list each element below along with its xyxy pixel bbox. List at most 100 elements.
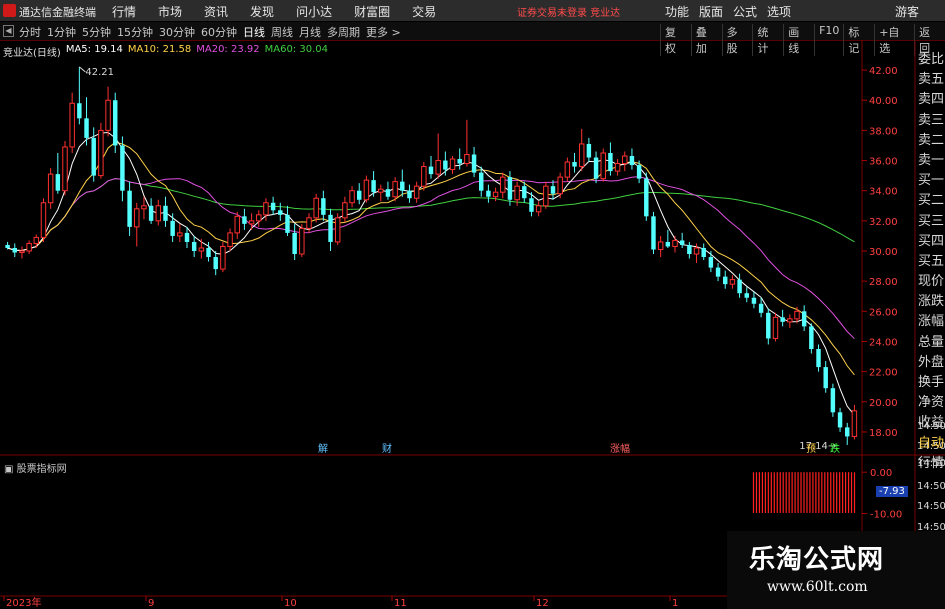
right-tab[interactable]: 换手 bbox=[916, 371, 945, 391]
right-tab[interactable]: 总量 bbox=[916, 331, 945, 351]
right-tab[interactable]: 现价 bbox=[916, 270, 945, 290]
candle bbox=[141, 196, 147, 220]
menu-quotes[interactable]: 行情 bbox=[112, 3, 136, 20]
period-tab-daily[interactable]: 日线 bbox=[240, 24, 268, 40]
menu-news[interactable]: 资讯 bbox=[204, 3, 228, 20]
candle bbox=[679, 232, 685, 248]
candle bbox=[363, 175, 370, 203]
candle-body bbox=[321, 198, 326, 215]
candle-body bbox=[40, 202, 47, 238]
candle-body bbox=[26, 242, 32, 252]
menu-ask[interactable]: 问小达 bbox=[296, 3, 332, 20]
right-tab[interactable]: 买二 bbox=[916, 189, 945, 209]
kline-chart[interactable]: 42.00 40.00 38.00 36.00 34.00 32.00 30.00 28.00… bbox=[0, 41, 945, 609]
candle bbox=[220, 241, 226, 273]
candle bbox=[723, 270, 728, 289]
candle-body bbox=[62, 146, 68, 192]
candle bbox=[385, 181, 391, 200]
candle bbox=[148, 198, 154, 224]
candle bbox=[407, 184, 412, 203]
right-tab[interactable]: 行情 bbox=[916, 452, 945, 472]
candle-body bbox=[47, 173, 54, 204]
candle-body bbox=[823, 367, 828, 389]
right-tab[interactable]: 收益 bbox=[916, 411, 945, 431]
x-tick-label: 1 bbox=[672, 598, 678, 609]
period-tab[interactable]: 15分钟 bbox=[114, 24, 156, 40]
candle-body bbox=[177, 232, 183, 237]
candle-body bbox=[564, 161, 571, 178]
candle-body bbox=[385, 189, 391, 197]
main-menu: 行情 市场 资讯 发现 问小达 财富圈 交易 bbox=[112, 3, 458, 20]
candle bbox=[449, 156, 456, 175]
candle-body bbox=[644, 178, 649, 217]
candle-body bbox=[693, 247, 700, 255]
candle-body bbox=[285, 214, 290, 233]
candle bbox=[744, 287, 749, 303]
menu-market[interactable]: 市场 bbox=[158, 3, 182, 20]
candle-body bbox=[242, 216, 247, 224]
period-tab[interactable]: 周线 bbox=[268, 24, 296, 40]
price-tick-label: 30.00 bbox=[869, 247, 898, 258]
candle bbox=[413, 181, 420, 203]
candle bbox=[772, 312, 779, 342]
menu-function[interactable]: 功能 bbox=[665, 3, 689, 20]
candle-body bbox=[529, 198, 534, 212]
right-tab[interactable]: 外盘 bbox=[916, 351, 945, 371]
candle-body bbox=[163, 205, 168, 221]
candle bbox=[550, 180, 556, 200]
candle-body bbox=[608, 153, 613, 172]
candle-body bbox=[500, 176, 506, 193]
candle bbox=[378, 184, 384, 202]
right-tab[interactable]: 买五 bbox=[916, 250, 945, 270]
right-tab[interactable]: 涨跌 bbox=[916, 290, 945, 310]
menu-formula[interactable]: 公式 bbox=[733, 3, 757, 20]
candle bbox=[780, 309, 785, 327]
candle-body bbox=[479, 172, 484, 191]
right-tab[interactable]: 买三 bbox=[916, 210, 945, 230]
candle-body bbox=[657, 241, 664, 250]
candle-body bbox=[535, 205, 542, 213]
period-tab[interactable]: 5分钟 bbox=[79, 24, 114, 40]
candle-body bbox=[679, 240, 685, 245]
right-tab[interactable]: 卖四 bbox=[916, 88, 945, 108]
right-tab[interactable]: 买一 bbox=[916, 169, 945, 189]
price-tick-label: 34.00 bbox=[869, 187, 898, 198]
right-tab[interactable]: 委比 bbox=[916, 48, 945, 68]
login-notice[interactable]: 证券交易未登录 竞业达 bbox=[517, 4, 620, 19]
right-tab[interactable]: 卖二 bbox=[916, 129, 945, 149]
more-periods-button[interactable]: 更多 > bbox=[363, 24, 404, 40]
candle bbox=[334, 213, 341, 245]
menu-wealth[interactable]: 财富圈 bbox=[354, 3, 390, 20]
guest-button[interactable]: 游客 bbox=[895, 3, 919, 20]
menu-discover[interactable]: 发现 bbox=[250, 3, 274, 20]
candle-body bbox=[578, 143, 585, 168]
period-tab[interactable]: 月线 bbox=[296, 24, 324, 40]
candle-body bbox=[184, 232, 190, 242]
period-tab[interactable]: 多周期 bbox=[324, 24, 363, 40]
indicator-title: ▣ 股票指标网 bbox=[4, 464, 67, 475]
period-tab[interactable]: 1分钟 bbox=[44, 24, 79, 40]
right-tab[interactable]: 卖五 bbox=[916, 68, 945, 88]
right-tab[interactable]: 自动 bbox=[916, 432, 945, 452]
candle bbox=[657, 235, 664, 258]
menu-options[interactable]: 选项 bbox=[767, 3, 791, 20]
right-tab[interactable]: 净资 bbox=[916, 391, 945, 411]
candle bbox=[113, 92, 118, 153]
candle-body bbox=[801, 311, 807, 327]
right-tab[interactable]: 卖一 bbox=[916, 149, 945, 169]
candle-body bbox=[234, 215, 240, 234]
right-tab[interactable]: 卖三 bbox=[916, 109, 945, 129]
price-tick-label: 36.00 bbox=[869, 157, 898, 168]
menu-trade[interactable]: 交易 bbox=[412, 3, 436, 20]
high-price-label: 42.21 bbox=[85, 67, 114, 78]
candle bbox=[313, 193, 319, 223]
right-tab[interactable]: 涨幅 bbox=[916, 310, 945, 330]
candle-body bbox=[313, 197, 319, 219]
menu-layout[interactable]: 版面 bbox=[699, 3, 723, 20]
collapse-icon[interactable]: ◀ bbox=[3, 25, 14, 37]
period-tab[interactable]: 分时 bbox=[16, 24, 44, 40]
candle bbox=[471, 146, 477, 178]
period-tab[interactable]: 30分钟 bbox=[156, 24, 198, 40]
period-tab[interactable]: 60分钟 bbox=[198, 24, 240, 40]
right-tab[interactable]: 买四 bbox=[916, 230, 945, 250]
